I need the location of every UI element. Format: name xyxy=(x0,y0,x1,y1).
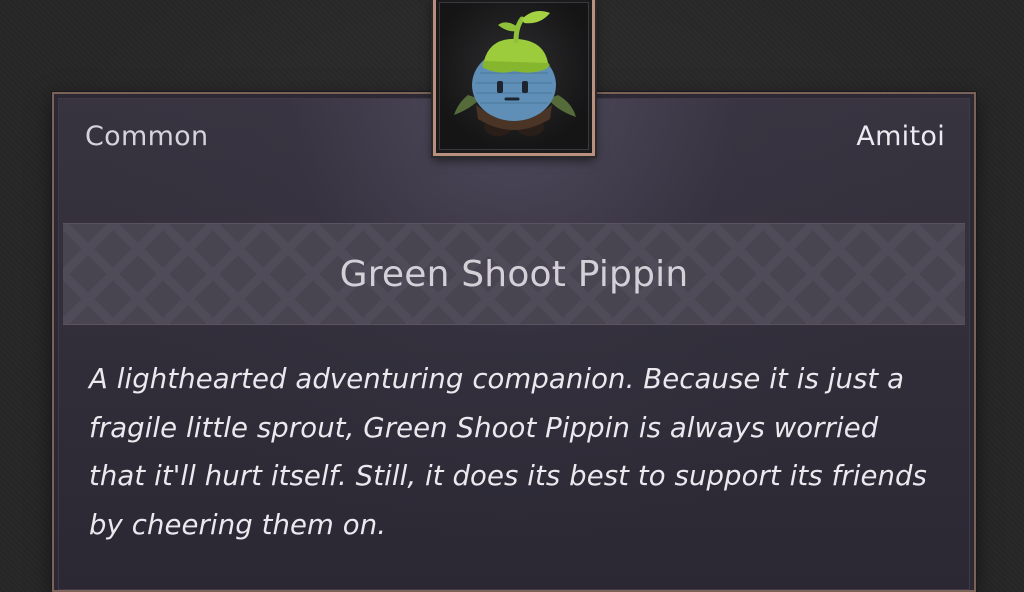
item-name: Green Shoot Pippin xyxy=(339,253,689,295)
item-tooltip-card: Common Amitoi Green Shoot Pippin A light… xyxy=(52,92,976,592)
green-shoot-pippin-icon xyxy=(454,11,576,136)
category-label: Amitoi xyxy=(856,121,945,152)
item-name-banner: Green Shoot Pippin xyxy=(63,223,965,325)
rarity-label: Common xyxy=(85,121,209,152)
card-panel: Common Amitoi Green Shoot Pippin A light… xyxy=(58,98,970,590)
item-description: A lighthearted adventuring companion. Be… xyxy=(89,363,927,541)
item-portrait-frame xyxy=(433,0,595,156)
